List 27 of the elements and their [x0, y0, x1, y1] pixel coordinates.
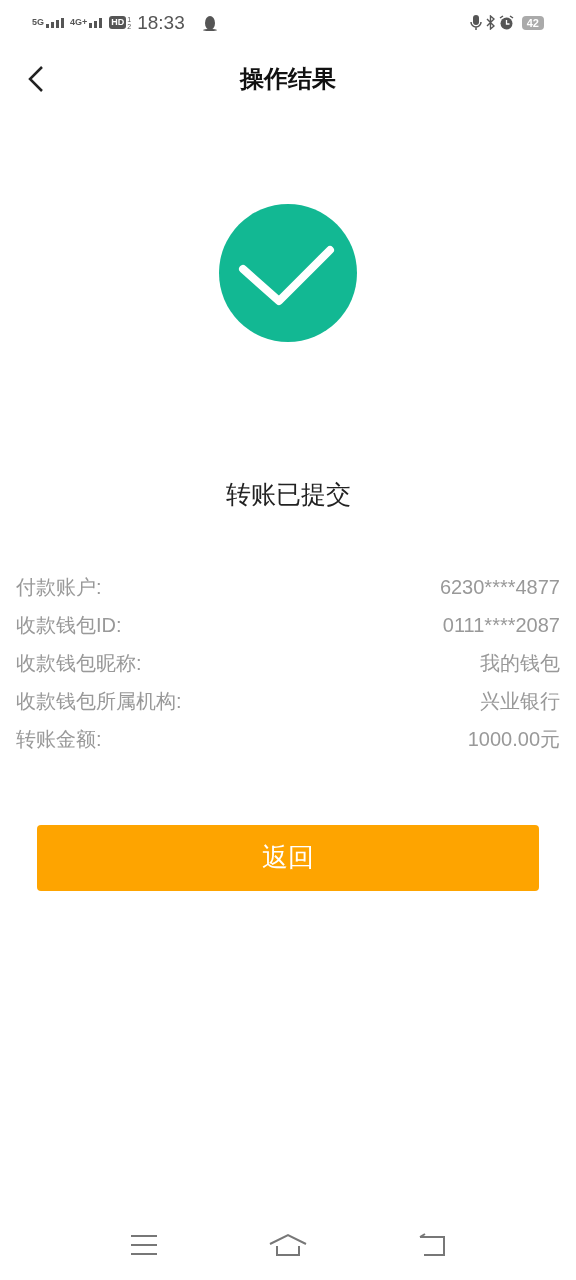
- microphone-icon: [469, 14, 482, 31]
- page-title: 操作结果: [240, 64, 336, 94]
- network-label: 4G+: [70, 17, 88, 27]
- bluetooth-icon: [485, 15, 495, 30]
- detail-label: 付款账户:: [16, 575, 102, 600]
- network-label: 5G: [32, 17, 44, 27]
- alarm-icon: [498, 15, 514, 30]
- detail-value: 兴业银行: [480, 689, 560, 714]
- hd-badge: HD: [109, 16, 127, 29]
- detail-value: 我的钱包: [480, 651, 560, 676]
- detail-label: 收款钱包所属机构:: [16, 689, 182, 714]
- detail-value: 1000.00元: [467, 727, 560, 752]
- return-button[interactable]: 返回: [37, 824, 539, 891]
- back-nav-icon[interactable]: [418, 1233, 446, 1257]
- detail-label: 收款钱包昵称:: [16, 651, 142, 676]
- menu-icon[interactable]: [130, 1234, 158, 1256]
- signal-icon: [46, 17, 64, 28]
- detail-value: 6230****4877: [439, 575, 560, 600]
- battery-icon: 42: [521, 15, 544, 30]
- detail-label: 收款钱包ID:: [16, 613, 122, 638]
- success-check-icon: [219, 204, 357, 342]
- detail-label: 转账金额:: [16, 727, 102, 752]
- clock-time: 18:33: [137, 13, 185, 32]
- home-icon[interactable]: [269, 1233, 307, 1257]
- detail-value: 0111****2087: [442, 613, 560, 638]
- signal-icon: [89, 17, 104, 28]
- result-message: 转账已提交: [225, 479, 351, 510]
